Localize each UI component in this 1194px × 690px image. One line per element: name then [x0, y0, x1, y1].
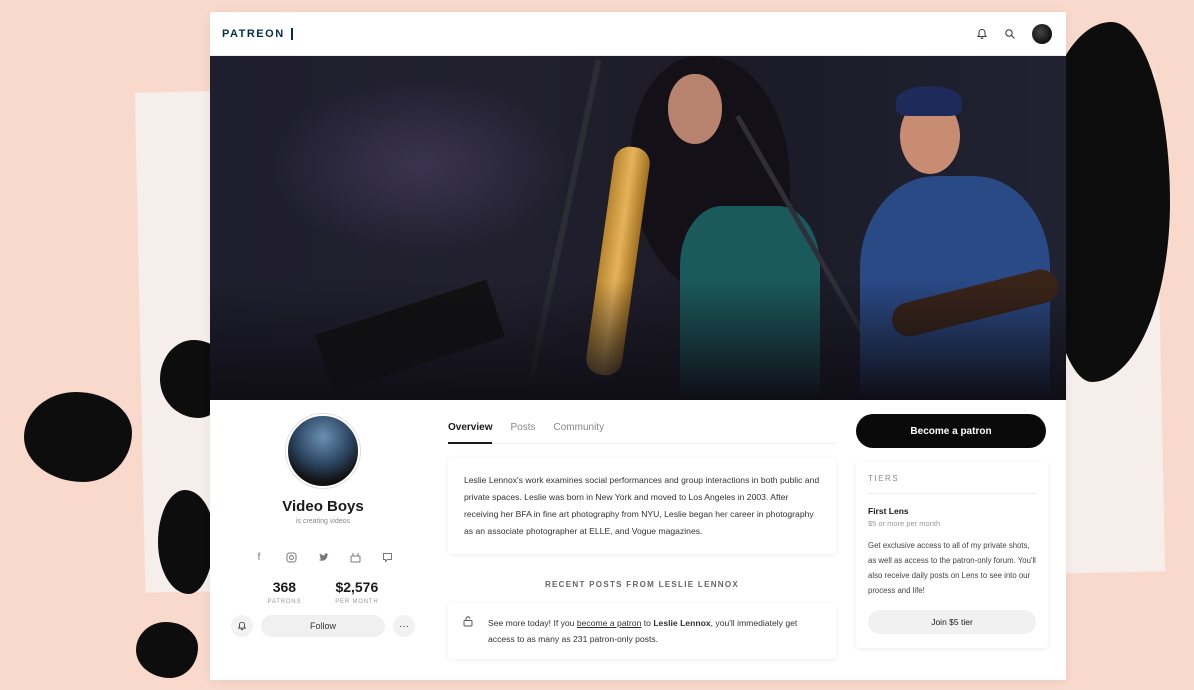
- tab-bar: Overview Posts Community: [448, 422, 836, 444]
- patrons-stat: 368 PATRONS: [268, 579, 302, 605]
- page-content: Video Boys is creating videos f 368 PATR…: [210, 400, 1066, 659]
- twitter-icon[interactable]: [313, 547, 333, 567]
- notification-button[interactable]: [231, 615, 253, 637]
- creator-actions: Follow ···: [231, 615, 415, 637]
- tab-posts[interactable]: Posts: [510, 422, 535, 433]
- main-column: Overview Posts Community Leslie Lennox's…: [436, 414, 836, 659]
- tiers-column: Become a patron TIERS First Lens $5 or m…: [856, 414, 1048, 659]
- tiers-card: TIERS First Lens $5 or more per month Ge…: [856, 462, 1048, 648]
- browser-window: PATREON Video Boys is creating videos f …: [210, 12, 1066, 680]
- tab-overview[interactable]: Overview: [448, 422, 493, 444]
- tier-price: $5 or more per month: [868, 519, 941, 528]
- post-text-mid: to: [641, 618, 654, 628]
- top-icons: [976, 23, 1052, 44]
- instagram-icon[interactable]: [281, 547, 301, 567]
- join-tier-button[interactable]: Join $5 tier: [868, 610, 1036, 634]
- earnings-stat: $2,576 PER MONTH: [335, 579, 378, 605]
- become-patron-link[interactable]: become a patron: [577, 618, 642, 628]
- creator-name: Video Boys: [282, 498, 364, 515]
- follow-button[interactable]: Follow: [261, 615, 385, 637]
- become-patron-button[interactable]: Become a patron: [856, 414, 1046, 448]
- top-navigation: PATREON: [210, 12, 1066, 56]
- user-avatar[interactable]: [1032, 23, 1052, 44]
- post-text-start: See more today! If you: [488, 618, 577, 628]
- patreon-logo[interactable]: PATREON: [222, 27, 293, 40]
- monthly-label: PER MONTH: [335, 599, 379, 605]
- creator-panel: Video Boys is creating videos f 368 PATR…: [228, 414, 418, 659]
- creator-stats: 368 PATRONS $2,576 PER MONTH: [268, 579, 379, 605]
- monthly-earnings: $2,576: [335, 579, 379, 595]
- cover-photo: [210, 56, 1066, 400]
- tab-community[interactable]: Community: [554, 422, 605, 433]
- more-options-button[interactable]: ···: [393, 615, 415, 637]
- bell-icon: [237, 621, 247, 631]
- facebook-icon[interactable]: f: [249, 547, 269, 567]
- patrons-count: 368: [272, 579, 297, 595]
- youtube-icon[interactable]: [345, 547, 365, 567]
- ink-blob-decoration: [24, 392, 132, 482]
- recent-posts-heading: RECENT POSTS FROM LESLIE LENNOX: [544, 580, 740, 589]
- discord-icon[interactable]: [377, 547, 397, 567]
- ink-blob-decoration: [158, 490, 214, 594]
- creator-avatar[interactable]: [286, 414, 360, 488]
- creator-link[interactable]: Leslie Lennox: [653, 618, 710, 628]
- bell-icon[interactable]: [976, 28, 988, 40]
- tier-description: Get exclusive access to all of my privat…: [868, 541, 1036, 595]
- locked-post-card: See more today! If you become a patron t…: [448, 603, 836, 659]
- tiers-heading: TIERS: [868, 474, 1036, 494]
- lock-icon: [462, 615, 474, 647]
- search-icon[interactable]: [1004, 28, 1016, 40]
- about-text: Leslie Lennox's work examines social per…: [448, 458, 836, 554]
- tier-name: First Lens: [868, 506, 909, 516]
- locked-post-text: See more today! If you become a patron t…: [488, 615, 822, 647]
- ink-blob-decoration: [136, 622, 198, 678]
- social-links: f: [249, 547, 397, 567]
- patrons-label: PATRONS: [267, 599, 302, 605]
- creator-subtitle: is creating videos: [295, 518, 351, 525]
